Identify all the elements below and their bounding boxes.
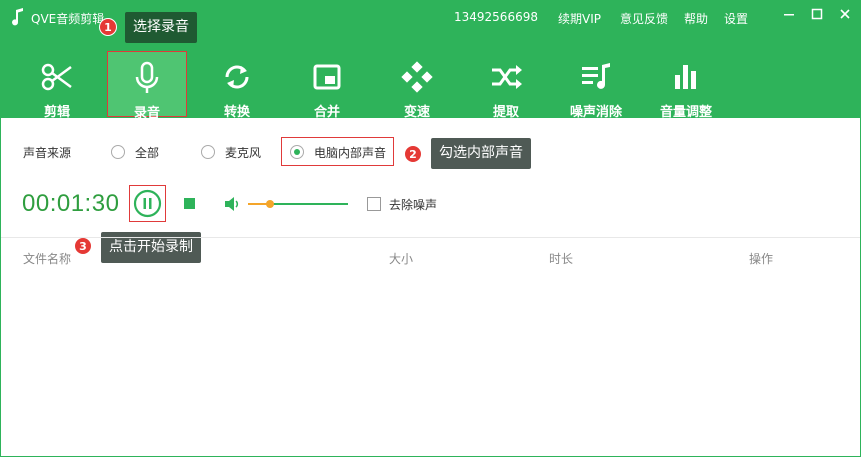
minimize-icon[interactable] <box>782 7 796 21</box>
account-phone: 13492566698 <box>454 10 538 24</box>
tool-noise-removal-label: 噪声消除 <box>569 105 622 120</box>
tool-cut-label: 剪辑 <box>43 105 70 120</box>
microphone-icon <box>135 61 159 93</box>
step-3-badge: 3 <box>74 237 92 255</box>
tool-record-label: 录音 <box>133 106 160 121</box>
denoise-label: 去除噪声 <box>389 198 438 212</box>
help-link[interactable]: 帮助 <box>684 10 708 27</box>
maximize-icon[interactable] <box>810 7 824 21</box>
pause-icon <box>133 189 162 218</box>
volume-slider-knob[interactable] <box>266 200 274 208</box>
tool-cut[interactable]: 剪辑 <box>17 51 97 120</box>
radio-microphone-circle <box>201 145 215 159</box>
radio-all[interactable]: 全部 <box>111 144 171 160</box>
denoise-checkbox[interactable] <box>367 197 381 211</box>
close-icon[interactable] <box>838 7 852 21</box>
convert-icon <box>225 65 249 89</box>
column-header-actions: 操作 <box>749 252 774 266</box>
step-2-tooltip: 勾选内部声音 <box>431 138 531 169</box>
step-1-tooltip: 选择录音 <box>125 12 197 43</box>
step-2-badge: 2 <box>404 145 422 163</box>
column-header-filename: 文件名称 <box>23 252 72 266</box>
column-header-size: 大小 <box>389 252 414 266</box>
scissors-icon <box>41 63 72 91</box>
record-timer: 00:01:30 <box>22 190 120 217</box>
speed-icon <box>401 61 433 93</box>
radio-all-label: 全部 <box>135 146 160 160</box>
radio-microphone[interactable]: 麦克风 <box>201 144 271 160</box>
radio-internal-sound-label: 电脑内部声音 <box>314 146 387 160</box>
tool-volume-adjust[interactable]: 音量调整 <box>646 51 726 120</box>
tool-record[interactable]: 录音 <box>107 51 187 121</box>
radio-internal-sound-circle <box>290 145 304 159</box>
tool-speed[interactable]: 变速 <box>377 51 457 120</box>
merge-icon <box>313 64 341 90</box>
main-toolbar: 剪辑 录音 转换 合并 变速 提取 噪声消除 音量调整 <box>1 33 860 121</box>
radio-internal-sound[interactable]: 电脑内部声音 <box>290 144 390 160</box>
renew-vip-link[interactable]: 续期VIP <box>558 10 601 27</box>
extract-icon <box>492 65 522 89</box>
app-window: QVE音频剪辑 13492566698 续期VIP 意见反馈 帮助 设置 剪辑 <box>0 0 861 457</box>
tool-convert[interactable]: 转换 <box>197 51 277 120</box>
step-1-badge: 1 <box>99 18 117 36</box>
radio-all-circle <box>111 145 125 159</box>
volume-slider[interactable] <box>248 200 348 208</box>
tool-speed-label: 变速 <box>403 105 430 120</box>
column-header-duration: 时长 <box>549 252 574 266</box>
content-divider <box>1 237 860 238</box>
tool-extract[interactable]: 提取 <box>466 51 546 120</box>
radio-microphone-label: 麦克风 <box>225 146 262 160</box>
noise-removal-icon <box>582 63 610 89</box>
tool-extract-label: 提取 <box>492 105 519 120</box>
settings-link[interactable]: 设置 <box>724 10 748 27</box>
tool-merge[interactable]: 合并 <box>287 51 367 120</box>
app-title: QVE音频剪辑 <box>31 12 105 26</box>
tool-volume-adjust-label: 音量调整 <box>659 105 712 120</box>
pause-button[interactable] <box>129 185 166 222</box>
music-note-icon <box>12 8 23 26</box>
feedback-link[interactable]: 意见反馈 <box>620 10 668 27</box>
stop-button[interactable] <box>184 198 195 209</box>
sound-source-label: 声音来源 <box>23 146 72 160</box>
tool-noise-removal[interactable]: 噪声消除 <box>556 51 636 120</box>
tool-convert-label: 转换 <box>223 105 250 120</box>
volume-adjust-icon <box>675 65 696 89</box>
tool-merge-label: 合并 <box>313 105 340 120</box>
speaker-icon[interactable] <box>223 195 241 213</box>
